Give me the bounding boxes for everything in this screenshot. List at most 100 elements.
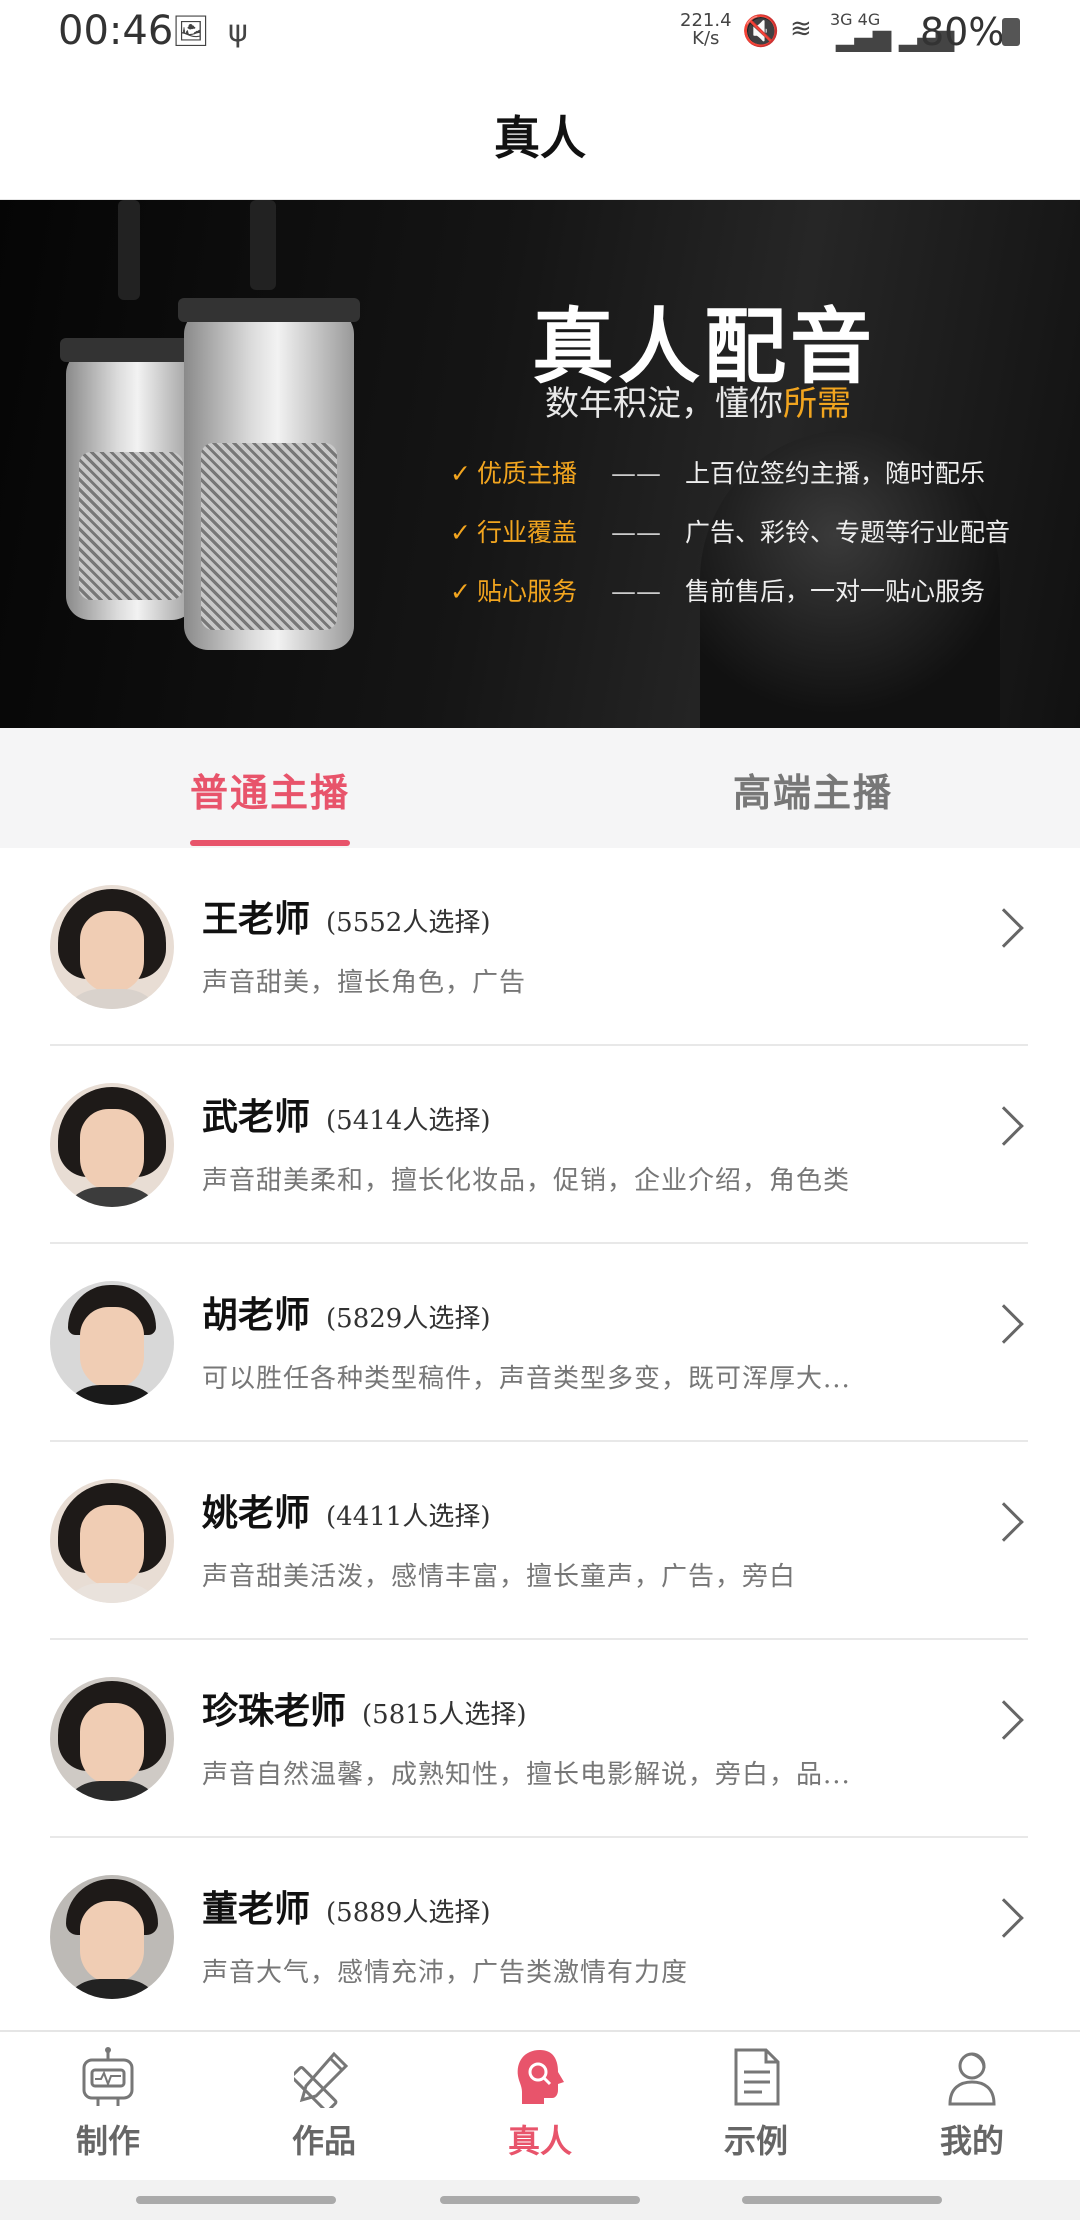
banner-feature: ✓ 贴心服务 —— 售前售后，一对一贴心服务 xyxy=(450,572,985,608)
system-nav-bar xyxy=(0,2180,1080,2220)
chevron-right-icon[interactable] xyxy=(984,908,1024,948)
avatar xyxy=(50,1677,174,1801)
tab-premium-anchor[interactable]: 高端主播 xyxy=(733,762,893,817)
wifi-icon: ≋ xyxy=(790,14,812,44)
usb-icon: ψ xyxy=(228,14,248,49)
nav-item-real-person[interactable]: 真人 xyxy=(465,2046,615,2162)
anchor-name: 董老师 xyxy=(202,1888,311,1930)
nav-item-works[interactable]: 作品 xyxy=(249,2046,399,2162)
list-item[interactable]: 姚老师 (4411人选择) 声音甜美活泼，感情丰富，擅长童声，广告，旁白 xyxy=(0,1442,1080,1640)
nav-item-examples[interactable]: 示例 xyxy=(681,2046,831,2162)
chevron-right-icon[interactable] xyxy=(984,1502,1024,1542)
check-icon: ✓ xyxy=(450,518,471,547)
anchor-count: (4411人选择) xyxy=(326,1502,491,1532)
microphone-image xyxy=(178,298,360,650)
list-item[interactable]: 董老师 (5889人选择) 声音大气，感情充沛，广告类激情有力度 xyxy=(0,1838,1080,2036)
banner-subtitle: 数年积淀，懂你所需 xyxy=(545,376,851,425)
feature-name: 优质主播 xyxy=(476,459,577,488)
nav-label: 制作 xyxy=(75,2122,140,2160)
feature-desc: 售前售后，一对一贴心服务 xyxy=(684,577,985,606)
promo-banner[interactable]: 真人配音 数年积淀，懂你所需 ✓ 优质主播 —— 上百位签约主播，随时配乐 ✓ 行业覆盖… xyxy=(0,200,1080,728)
anchor-name: 珍珠老师 xyxy=(202,1690,347,1732)
nav-label: 作品 xyxy=(291,2122,356,2160)
status-time: 00:46 xyxy=(58,8,174,54)
recent-apps-button[interactable] xyxy=(136,2196,336,2204)
header: 真人 xyxy=(0,64,1080,200)
page-title: 真人 xyxy=(494,111,586,165)
nav-item-make[interactable]: 制作 xyxy=(33,2046,183,2162)
banner-subtitle-main: 数年积淀，懂你 xyxy=(545,384,783,424)
mic-stand xyxy=(250,200,276,290)
check-icon: ✓ xyxy=(450,577,471,606)
anchor-name: 王老师 xyxy=(202,898,311,940)
network-speed: 221.4 K/s xyxy=(680,12,732,48)
anchor-name-line: 珍珠老师 (5815人选择) xyxy=(202,1682,526,1734)
pencil-ruler-icon xyxy=(294,2051,349,2108)
feature-desc: 广告、彩铃、专题等行业配音 xyxy=(684,518,1010,547)
avatar xyxy=(50,1479,174,1603)
document-icon xyxy=(734,2048,780,2106)
avatar xyxy=(50,1875,174,1999)
list-item[interactable]: 武老师 (5414人选择) 声音甜美柔和，擅长化妆品，促销，企业介绍，角色类 xyxy=(0,1046,1080,1244)
mic-stand xyxy=(118,200,140,300)
anchor-count: (5815人选择) xyxy=(362,1700,527,1730)
speed-unit: K/s xyxy=(692,28,720,49)
anchor-name-line: 董老师 (5889人选择) xyxy=(202,1880,490,1932)
bottom-nav: 制作 作品 真人 示例 我的 xyxy=(0,2030,1080,2180)
dash-separator: —— xyxy=(610,577,661,606)
anchor-count: (5414人选择) xyxy=(326,1106,491,1136)
anchor-tabs: 普通主播 高端主播 xyxy=(0,728,1080,848)
nav-label: 示例 xyxy=(723,2122,788,2160)
anchor-list: 王老师 (5552人选择) 声音甜美，擅长角色，广告 武老师 (5414人选择) 声… xyxy=(0,848,1080,2036)
anchor-desc: 声音甜美柔和，擅长化妆品，促销，企业介绍，角色类 xyxy=(202,1166,851,1196)
tab-regular-anchor[interactable]: 普通主播 xyxy=(190,762,350,817)
list-item[interactable]: 王老师 (5552人选择) 声音甜美，擅长角色，广告 xyxy=(0,848,1080,1046)
back-button[interactable] xyxy=(742,2196,942,2204)
anchor-desc: 声音自然温馨，成熟知性，擅长电影解说，旁白，品... xyxy=(202,1760,851,1790)
nav-item-mine[interactable]: 我的 xyxy=(897,2046,1047,2162)
anchor-name: 胡老师 xyxy=(202,1294,311,1336)
status-bar: 00:46 🖼 ψ 221.4 K/s 🔇 ≋ 3G 4G ▂▄▆ ▂▄▆ 80… xyxy=(0,0,1080,64)
image-icon: 🖼 xyxy=(172,14,211,49)
headset-person-icon xyxy=(517,2050,564,2104)
anchor-name: 姚老师 xyxy=(202,1492,311,1534)
feature-desc: 上百位签约主播，随时配乐 xyxy=(684,459,985,488)
avatar xyxy=(50,1083,174,1207)
banner-subtitle-highlight: 所需 xyxy=(783,384,851,424)
battery-level: 80% xyxy=(920,10,1005,54)
list-item[interactable]: 珍珠老师 (5815人选择) 声音自然温馨，成熟知性，擅长电影解说，旁白，品... xyxy=(0,1640,1080,1838)
check-icon: ✓ xyxy=(450,459,471,488)
anchor-desc: 声音大气，感情充沛，广告类激情有力度 xyxy=(202,1958,689,1988)
avatar xyxy=(50,1281,174,1405)
nav-label: 我的 xyxy=(939,2122,1004,2160)
anchor-desc: 声音甜美活泼，感情丰富，擅长童声，广告，旁白 xyxy=(202,1562,797,1592)
chevron-right-icon[interactable] xyxy=(984,1700,1024,1740)
anchor-count: (5552人选择) xyxy=(326,908,491,938)
active-tab-indicator xyxy=(190,840,350,846)
banner-feature: ✓ 行业覆盖 —— 广告、彩铃、专题等行业配音 xyxy=(450,513,1010,549)
chevron-right-icon[interactable] xyxy=(984,1304,1024,1344)
anchor-count: (5829人选择) xyxy=(326,1304,491,1334)
user-icon xyxy=(948,2052,996,2106)
battery-icon xyxy=(1002,18,1020,46)
nav-label: 真人 xyxy=(507,2122,572,2160)
anchor-desc: 可以胜任各种类型稿件，声音类型多变，既可浑厚大... xyxy=(202,1364,851,1394)
anchor-name-line: 胡老师 (5829人选择) xyxy=(202,1286,490,1338)
anchor-name-line: 武老师 (5414人选择) xyxy=(202,1088,490,1140)
dash-separator: —— xyxy=(610,518,661,547)
anchor-desc: 声音甜美，擅长角色，广告 xyxy=(202,968,527,998)
robot-icon xyxy=(82,2047,134,2106)
microphone-image xyxy=(60,338,202,620)
chevron-right-icon[interactable] xyxy=(984,1898,1024,1938)
banner-feature: ✓ 优质主播 —— 上百位签约主播，随时配乐 xyxy=(450,454,985,490)
feature-name: 行业覆盖 xyxy=(476,518,577,547)
list-item[interactable]: 胡老师 (5829人选择) 可以胜任各种类型稿件，声音类型多变，既可浑厚大... xyxy=(0,1244,1080,1442)
anchor-count: (5889人选择) xyxy=(326,1898,491,1928)
avatar xyxy=(50,885,174,1009)
anchor-name-line: 王老师 (5552人选择) xyxy=(202,890,490,942)
dash-separator: —— xyxy=(610,459,661,488)
chevron-right-icon[interactable] xyxy=(984,1106,1024,1146)
anchor-name-line: 姚老师 (4411人选择) xyxy=(202,1484,490,1536)
home-button[interactable] xyxy=(440,2196,640,2204)
feature-name: 贴心服务 xyxy=(476,577,577,606)
